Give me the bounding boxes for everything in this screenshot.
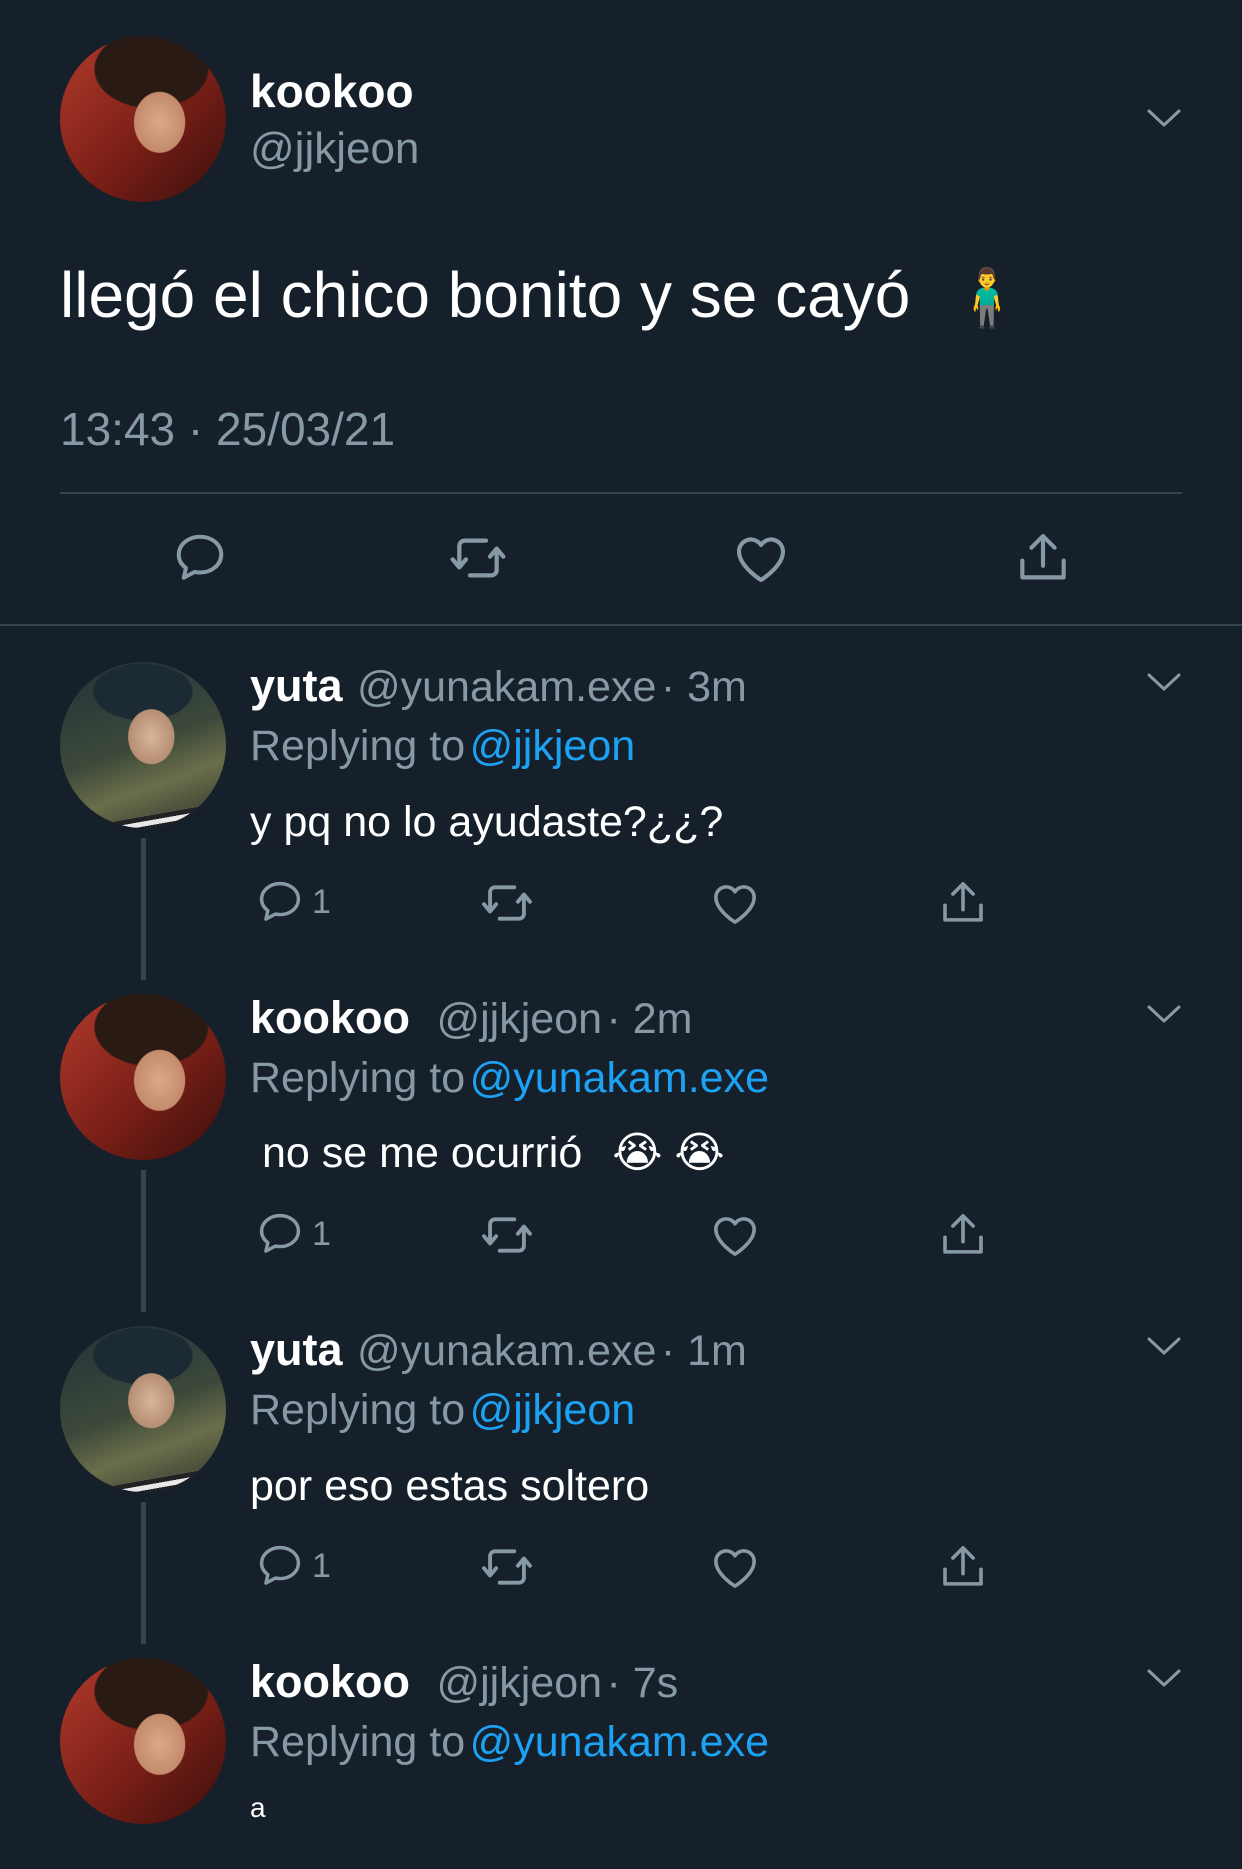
author-name[interactable]: yuta: [250, 1324, 343, 1375]
reply-text: no se me ocurrió: [262, 1129, 583, 1177]
reply-button[interactable]: 1: [254, 876, 331, 928]
chevron-down-icon[interactable]: [1146, 672, 1182, 692]
tweet-text-row: llegó el chico bonito y se cayó 🧍‍♂️: [60, 258, 1022, 332]
thread-line: [141, 1502, 146, 1644]
author-name[interactable]: kookoo: [250, 992, 410, 1043]
share-icon[interactable]: [936, 876, 990, 930]
reply-button[interactable]: 1: [254, 1540, 331, 1592]
reply-time: · 2m: [606, 995, 693, 1043]
divider: [0, 624, 1242, 626]
replying-to-link[interactable]: @jjkjeon: [470, 722, 636, 770]
chevron-down-icon[interactable]: [1146, 1004, 1182, 1024]
share-icon[interactable]: [936, 1540, 990, 1594]
retweet-icon[interactable]: [478, 1206, 536, 1264]
reply-time: · 3m: [660, 663, 747, 711]
reply-icon[interactable]: [170, 528, 230, 588]
author-handle[interactable]: @jjkjeon: [250, 124, 419, 174]
reply-text: a: [250, 1792, 266, 1823]
replying-to-link[interactable]: @yunakam.exe: [470, 1054, 769, 1102]
replying-to-link[interactable]: @jjkjeon: [470, 1386, 636, 1434]
reply-time: · 7s: [606, 1659, 679, 1707]
avatar[interactable]: [60, 662, 226, 828]
reply-icon[interactable]: [254, 1208, 306, 1260]
crying-face-emoji: 😭 😭: [612, 1129, 725, 1177]
reply-text: por eso estas soltero: [250, 1462, 650, 1510]
replying-to-link[interactable]: @yunakam.exe: [470, 1718, 769, 1766]
reply-count: 1: [312, 882, 331, 921]
share-icon[interactable]: [1012, 527, 1074, 589]
reply-count: 1: [312, 1214, 331, 1253]
reply-icon[interactable]: [254, 1540, 306, 1592]
share-icon[interactable]: [936, 1208, 990, 1262]
avatar[interactable]: [60, 36, 226, 202]
replying-to: Replying to @jjkjeon: [250, 1386, 635, 1435]
reply-text: y pq no lo ayudaste?¿¿?: [250, 798, 724, 846]
author-handle[interactable]: @yunakam.exe: [357, 1327, 656, 1375]
retweet-icon[interactable]: [446, 526, 510, 590]
reply-count: 1: [312, 1546, 331, 1585]
replying-to: Replying to @yunakam.exe: [250, 1718, 769, 1767]
like-icon[interactable]: [730, 527, 792, 589]
avatar[interactable]: [60, 994, 226, 1160]
reply-time: · 1m: [660, 1327, 747, 1375]
reply-header: kookoo @jjkjeon · 2m: [250, 992, 692, 1044]
author-name[interactable]: kookoo: [250, 64, 414, 118]
avatar[interactable]: [60, 1658, 226, 1824]
author-handle[interactable]: @jjkjeon: [436, 995, 602, 1043]
avatar[interactable]: [60, 1326, 226, 1492]
reply-header: kookoo @jjkjeon · 7s: [250, 1656, 678, 1708]
replying-to-label: Replying to: [250, 1054, 466, 1102]
chevron-down-icon[interactable]: [1146, 1336, 1182, 1356]
replying-to: Replying to @yunakam.exe: [250, 1054, 769, 1103]
chevron-down-icon[interactable]: [1146, 108, 1182, 128]
author-name[interactable]: kookoo: [250, 1656, 410, 1707]
replying-to-label: Replying to: [250, 1718, 466, 1766]
reply-text-row: no se me ocurrió 😭 😭: [262, 1128, 725, 1178]
reply-header: yuta @yunakam.exe · 1m: [250, 1324, 747, 1376]
person-standing-emoji: 🧍‍♂️: [952, 266, 1022, 329]
divider: [60, 492, 1182, 494]
thread-line: [141, 1170, 146, 1312]
like-icon[interactable]: [708, 876, 762, 930]
chevron-down-icon[interactable]: [1146, 1668, 1182, 1688]
author-handle[interactable]: @jjkjeon: [436, 1659, 602, 1707]
replying-to-label: Replying to: [250, 1386, 466, 1434]
reply-button[interactable]: 1: [254, 1208, 331, 1260]
retweet-icon[interactable]: [478, 874, 536, 932]
replying-to-label: Replying to: [250, 722, 466, 770]
like-icon[interactable]: [708, 1540, 762, 1594]
thread-line: [141, 838, 146, 980]
like-icon[interactable]: [708, 1208, 762, 1262]
reply-icon[interactable]: [254, 876, 306, 928]
replying-to: Replying to @jjkjeon: [250, 722, 635, 771]
tweet-text: llegó el chico bonito y se cayó: [60, 259, 911, 331]
author-handle[interactable]: @yunakam.exe: [357, 663, 656, 711]
author-name[interactable]: yuta: [250, 660, 343, 711]
reply-header: yuta @yunakam.exe · 3m: [250, 660, 747, 712]
retweet-icon[interactable]: [478, 1538, 536, 1596]
tweet-timestamp: 13:43 · 25/03/21: [60, 403, 396, 455]
